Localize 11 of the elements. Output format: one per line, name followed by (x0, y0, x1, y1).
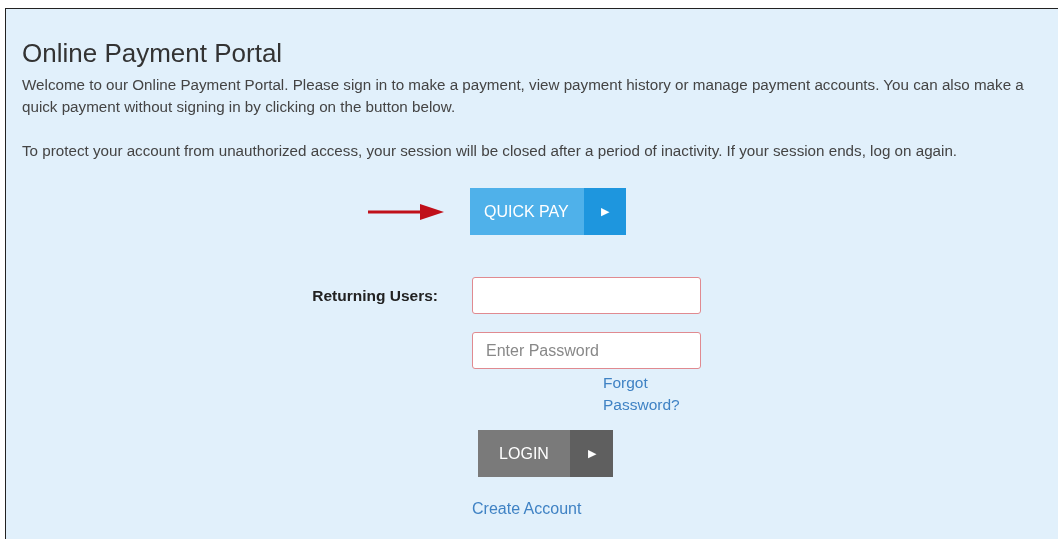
forgot-password-link[interactable]: Forgot Password? (603, 372, 699, 416)
username-field[interactable] (472, 277, 701, 314)
arrow-icon (366, 201, 446, 222)
session-notice: To protect your account from unauthorized access, your session will be closed after a period of inactivity. If your session ends, log on again. (22, 141, 958, 161)
create-account-link[interactable]: Create Account (472, 497, 582, 521)
quick-pay-button[interactable]: QUICK PAY ▶ (470, 188, 626, 235)
password-field[interactable]: Enter Password (472, 332, 701, 369)
welcome-text: Welcome to our Online Payment Portal. Please sign in to make a payment, view payment history or manage payment accounts. You can also make a quick payment without signing in by clicking on the button below. (22, 75, 1025, 117)
login-button[interactable]: LOGIN ▶ (478, 430, 613, 477)
returning-users-label: Returning Users: (311, 285, 438, 306)
page-title: Online Payment Portal (22, 38, 283, 68)
